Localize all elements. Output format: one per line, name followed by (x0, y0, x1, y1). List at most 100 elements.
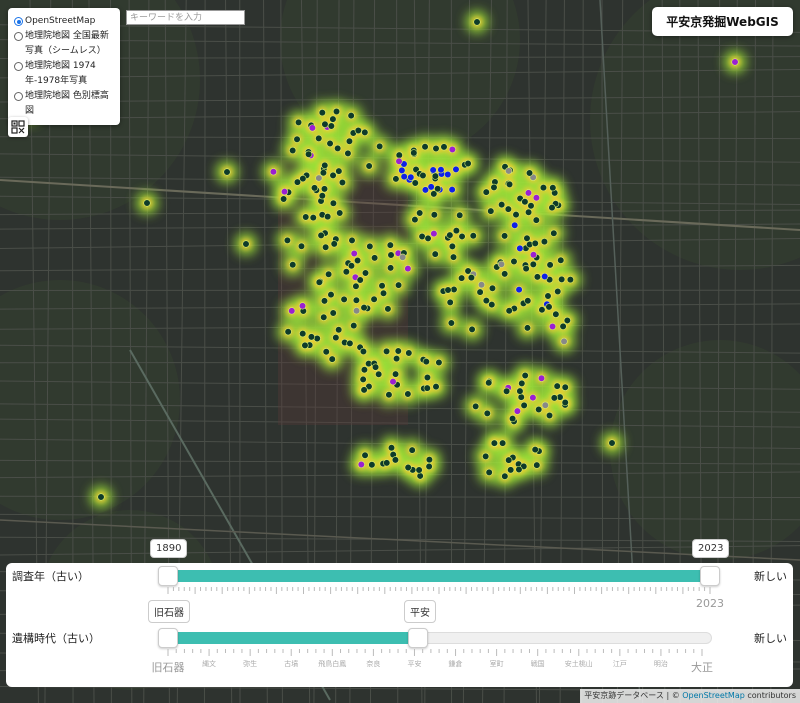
excavation-point[interactable] (531, 445, 539, 454)
excavation-point[interactable] (452, 165, 460, 173)
excavation-point[interactable] (511, 221, 519, 229)
year-slider-min-handle[interactable] (158, 566, 178, 586)
excavation-point[interactable] (310, 184, 319, 192)
excavation-point[interactable] (482, 452, 490, 460)
excavation-point[interactable] (359, 347, 368, 356)
excavation-point[interactable] (317, 231, 325, 239)
excavation-point[interactable] (429, 166, 437, 174)
search-input[interactable] (126, 10, 245, 25)
excavation-point[interactable] (411, 179, 419, 187)
excavation-point[interactable] (395, 157, 403, 165)
excavation-point[interactable] (352, 282, 360, 290)
excavation-point[interactable] (329, 115, 337, 123)
attribution-source[interactable]: 平安京跡データベース (584, 691, 664, 700)
excavation-point[interactable] (516, 244, 524, 252)
excavation-point[interactable] (284, 328, 292, 336)
excavation-point[interactable] (533, 461, 541, 469)
excavation-point[interactable] (329, 171, 337, 179)
excavation-point[interactable] (430, 190, 438, 198)
excavation-point[interactable] (507, 466, 515, 474)
excavation-point[interactable] (326, 139, 334, 148)
excavation-point[interactable] (327, 290, 335, 299)
excavation-point[interactable] (517, 393, 525, 401)
layer-option-gsi-relief[interactable]: 地理院地図 色別標高図 (14, 89, 116, 119)
excavation-point[interactable] (416, 209, 424, 217)
excavation-point[interactable] (394, 347, 402, 355)
excavation-point[interactable] (359, 375, 367, 384)
excavation-point[interactable] (305, 150, 313, 158)
excavation-point[interactable] (431, 250, 439, 258)
excavation-point[interactable] (423, 373, 432, 382)
excavation-point[interactable] (527, 202, 535, 210)
excavation-point[interactable] (469, 232, 477, 240)
excavation-point[interactable] (523, 324, 532, 332)
excavation-point[interactable] (488, 301, 496, 309)
excavation-point[interactable] (490, 439, 498, 447)
excavation-point[interactable] (552, 310, 560, 318)
excavation-point[interactable] (335, 326, 343, 334)
excavation-point[interactable] (515, 286, 523, 294)
excavation-point[interactable] (385, 391, 393, 399)
excavation-point[interactable] (425, 456, 434, 464)
excavation-point[interactable] (338, 178, 347, 187)
excavation-point[interactable] (437, 166, 445, 174)
excavation-point[interactable] (361, 269, 370, 277)
excavation-point[interactable] (350, 321, 358, 330)
excavation-point[interactable] (731, 58, 739, 66)
excavation-point[interactable] (422, 358, 430, 366)
excavation-point[interactable] (350, 249, 358, 258)
excavation-point[interactable] (476, 288, 484, 296)
excavation-point[interactable] (444, 286, 452, 294)
excavation-point[interactable] (520, 401, 528, 409)
excavation-point[interactable] (553, 382, 561, 390)
excavation-point[interactable] (432, 144, 440, 153)
excavation-point[interactable] (563, 316, 571, 325)
radio-gsi-1974[interactable] (14, 62, 23, 71)
excavation-point[interactable] (448, 145, 456, 154)
excavation-point[interactable] (505, 456, 513, 464)
excavation-point[interactable] (405, 349, 413, 357)
excavation-point[interactable] (544, 292, 552, 300)
excavation-point[interactable] (554, 287, 562, 296)
excavation-point[interactable] (321, 120, 329, 128)
excavation-point[interactable] (336, 209, 344, 217)
excavation-point[interactable] (354, 126, 362, 135)
excavation-point[interactable] (535, 405, 543, 414)
excavation-point[interactable] (446, 231, 454, 239)
excavation-point[interactable] (425, 462, 433, 471)
excavation-point[interactable] (299, 330, 307, 338)
excavation-point[interactable] (541, 401, 549, 409)
excavation-point[interactable] (548, 322, 557, 331)
excavation-point[interactable] (557, 256, 565, 264)
excavation-point[interactable] (532, 194, 541, 202)
excavation-point[interactable] (376, 142, 384, 150)
excavation-point[interactable] (301, 341, 309, 350)
excavation-point[interactable] (404, 463, 412, 472)
excavation-point[interactable] (347, 262, 356, 270)
excavation-point[interactable] (430, 229, 438, 238)
radio-gsi-photo[interactable] (14, 32, 23, 41)
excavation-point[interactable] (329, 309, 337, 317)
excavation-point[interactable] (360, 303, 368, 312)
excavation-point[interactable] (315, 278, 323, 286)
qr-code-button[interactable] (8, 117, 28, 137)
excavation-point[interactable] (370, 295, 378, 303)
excavation-point[interactable] (550, 394, 558, 402)
excavation-point[interactable] (334, 144, 342, 152)
excavation-point[interactable] (407, 173, 415, 181)
excavation-point[interactable] (387, 444, 396, 452)
excavation-point[interactable] (361, 451, 369, 459)
excavation-point[interactable] (533, 273, 541, 281)
excavation-point[interactable] (500, 232, 509, 240)
excavation-point[interactable] (538, 306, 546, 314)
excavation-point[interactable] (143, 199, 151, 207)
excavation-point[interactable] (513, 407, 521, 415)
excavation-point[interactable] (487, 207, 495, 215)
excavation-point[interactable] (357, 460, 365, 469)
excavation-point[interactable] (545, 303, 553, 311)
excavation-point[interactable] (431, 172, 439, 180)
excavation-point[interactable] (529, 251, 538, 259)
excavation-point[interactable] (531, 239, 539, 248)
excavation-point[interactable] (561, 383, 569, 391)
excavation-point[interactable] (450, 285, 458, 294)
